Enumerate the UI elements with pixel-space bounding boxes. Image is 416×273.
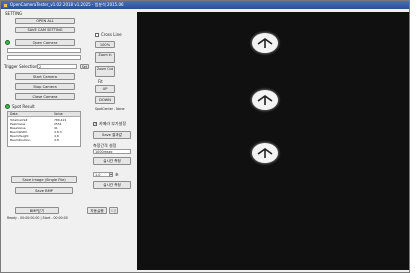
beam-spot-3: [252, 143, 278, 163]
stats-header-data: Data: [10, 112, 18, 116]
trigger-label: Trigger Selection: [4, 64, 38, 69]
beam-spot-2: [252, 90, 278, 110]
help-button[interactable]: 도움: [109, 207, 118, 214]
beam-spot-marker-icon: [257, 148, 273, 158]
save-image-single-button[interactable]: Save Image (Single File): [11, 176, 77, 183]
trigger-input[interactable]: 2: [37, 64, 77, 69]
camera-field-1[interactable]: [7, 48, 81, 53]
realtime-measure-button-2[interactable]: 실시간 측정: [93, 181, 131, 189]
beam-spot-marker-icon: [257, 38, 273, 48]
up-button[interactable]: UP: [95, 85, 115, 93]
spin-arrows[interactable]: ▴ ▾: [109, 172, 113, 177]
close-camera-button[interactable]: Close Camera: [15, 93, 75, 100]
cell-value: 4.8: [54, 138, 59, 142]
realtime-measure-button[interactable]: 실시간 측정: [93, 157, 131, 165]
zoom-100-button[interactable]: 100%: [95, 41, 115, 48]
status-text: Ready - 00:00:00.00 | Start - 00:00:00: [7, 216, 68, 220]
setting-group-label: SETTING: [5, 11, 23, 16]
beam-spot-1: [252, 33, 278, 53]
cross-line-checkbox[interactable]: [95, 33, 99, 37]
spot-status-led: [5, 104, 10, 109]
window-title: OpenCameraTester_v1.02 2018 v1.2025 - 빔분…: [10, 2, 124, 7]
beam-spot-marker-icon: [257, 95, 273, 105]
stats-header-value: Value: [54, 112, 63, 116]
interval-label: 측정간격 설정: [93, 143, 117, 148]
save-bmp-button[interactable]: Save BMP: [15, 187, 73, 194]
main-window: OpenCameraTester_v1.02 2018 v1.2025 - 빔분…: [0, 0, 410, 273]
auto-run-button[interactable]: 자동실행: [87, 207, 107, 214]
unit-label: 초: [115, 172, 119, 177]
zoom-in-button[interactable]: Zoom In: [95, 52, 115, 63]
camera-extra-checkbox[interactable]: ✓: [93, 122, 97, 126]
zoom-out-button[interactable]: Zoom Out: [95, 66, 115, 77]
stats-table-header: Data Value: [8, 112, 80, 117]
cell-name: BeamPosition: [10, 138, 31, 142]
table-row: BeamPosition 4.8: [8, 138, 80, 142]
down-button[interactable]: DOWN: [95, 96, 115, 104]
open-all-button[interactable]: OPEN ALL: [15, 18, 75, 24]
camera-status-led: [5, 40, 10, 45]
stats-table: Data Value TotalCalcSZ 786,421 PeakValue…: [7, 111, 81, 147]
stop-camera-button[interactable]: Stop Camera: [15, 83, 75, 90]
spot-center-label: SpotCenter - None: [95, 107, 125, 111]
title-bar: OpenCameraTester_v1.02 2018 v1.2025 - 빔분…: [1, 1, 409, 9]
save-cam-setting-button[interactable]: SAVE CAM SETTING: [15, 27, 75, 33]
trigger-set-button[interactable]: Set: [80, 64, 89, 69]
spot-result-label: Spot Result: [12, 104, 35, 109]
bmp-close-button[interactable]: BMP닫기: [15, 207, 59, 214]
start-camera-button[interactable]: Start Camera: [15, 73, 75, 80]
open-camera-button[interactable]: Open Camera: [15, 39, 75, 46]
app-icon: [3, 2, 8, 8]
camera-extra-label: 카메라 부가설정: [99, 121, 127, 126]
fit-label: Fit: [98, 79, 103, 84]
interval-input[interactable]: 1000msec: [93, 149, 131, 154]
camera-image-view[interactable]: [137, 12, 409, 270]
cross-line-label: Cross Line: [101, 32, 122, 37]
camera-field-2[interactable]: [7, 55, 81, 60]
save-result-button[interactable]: Save 결과값: [93, 131, 131, 139]
